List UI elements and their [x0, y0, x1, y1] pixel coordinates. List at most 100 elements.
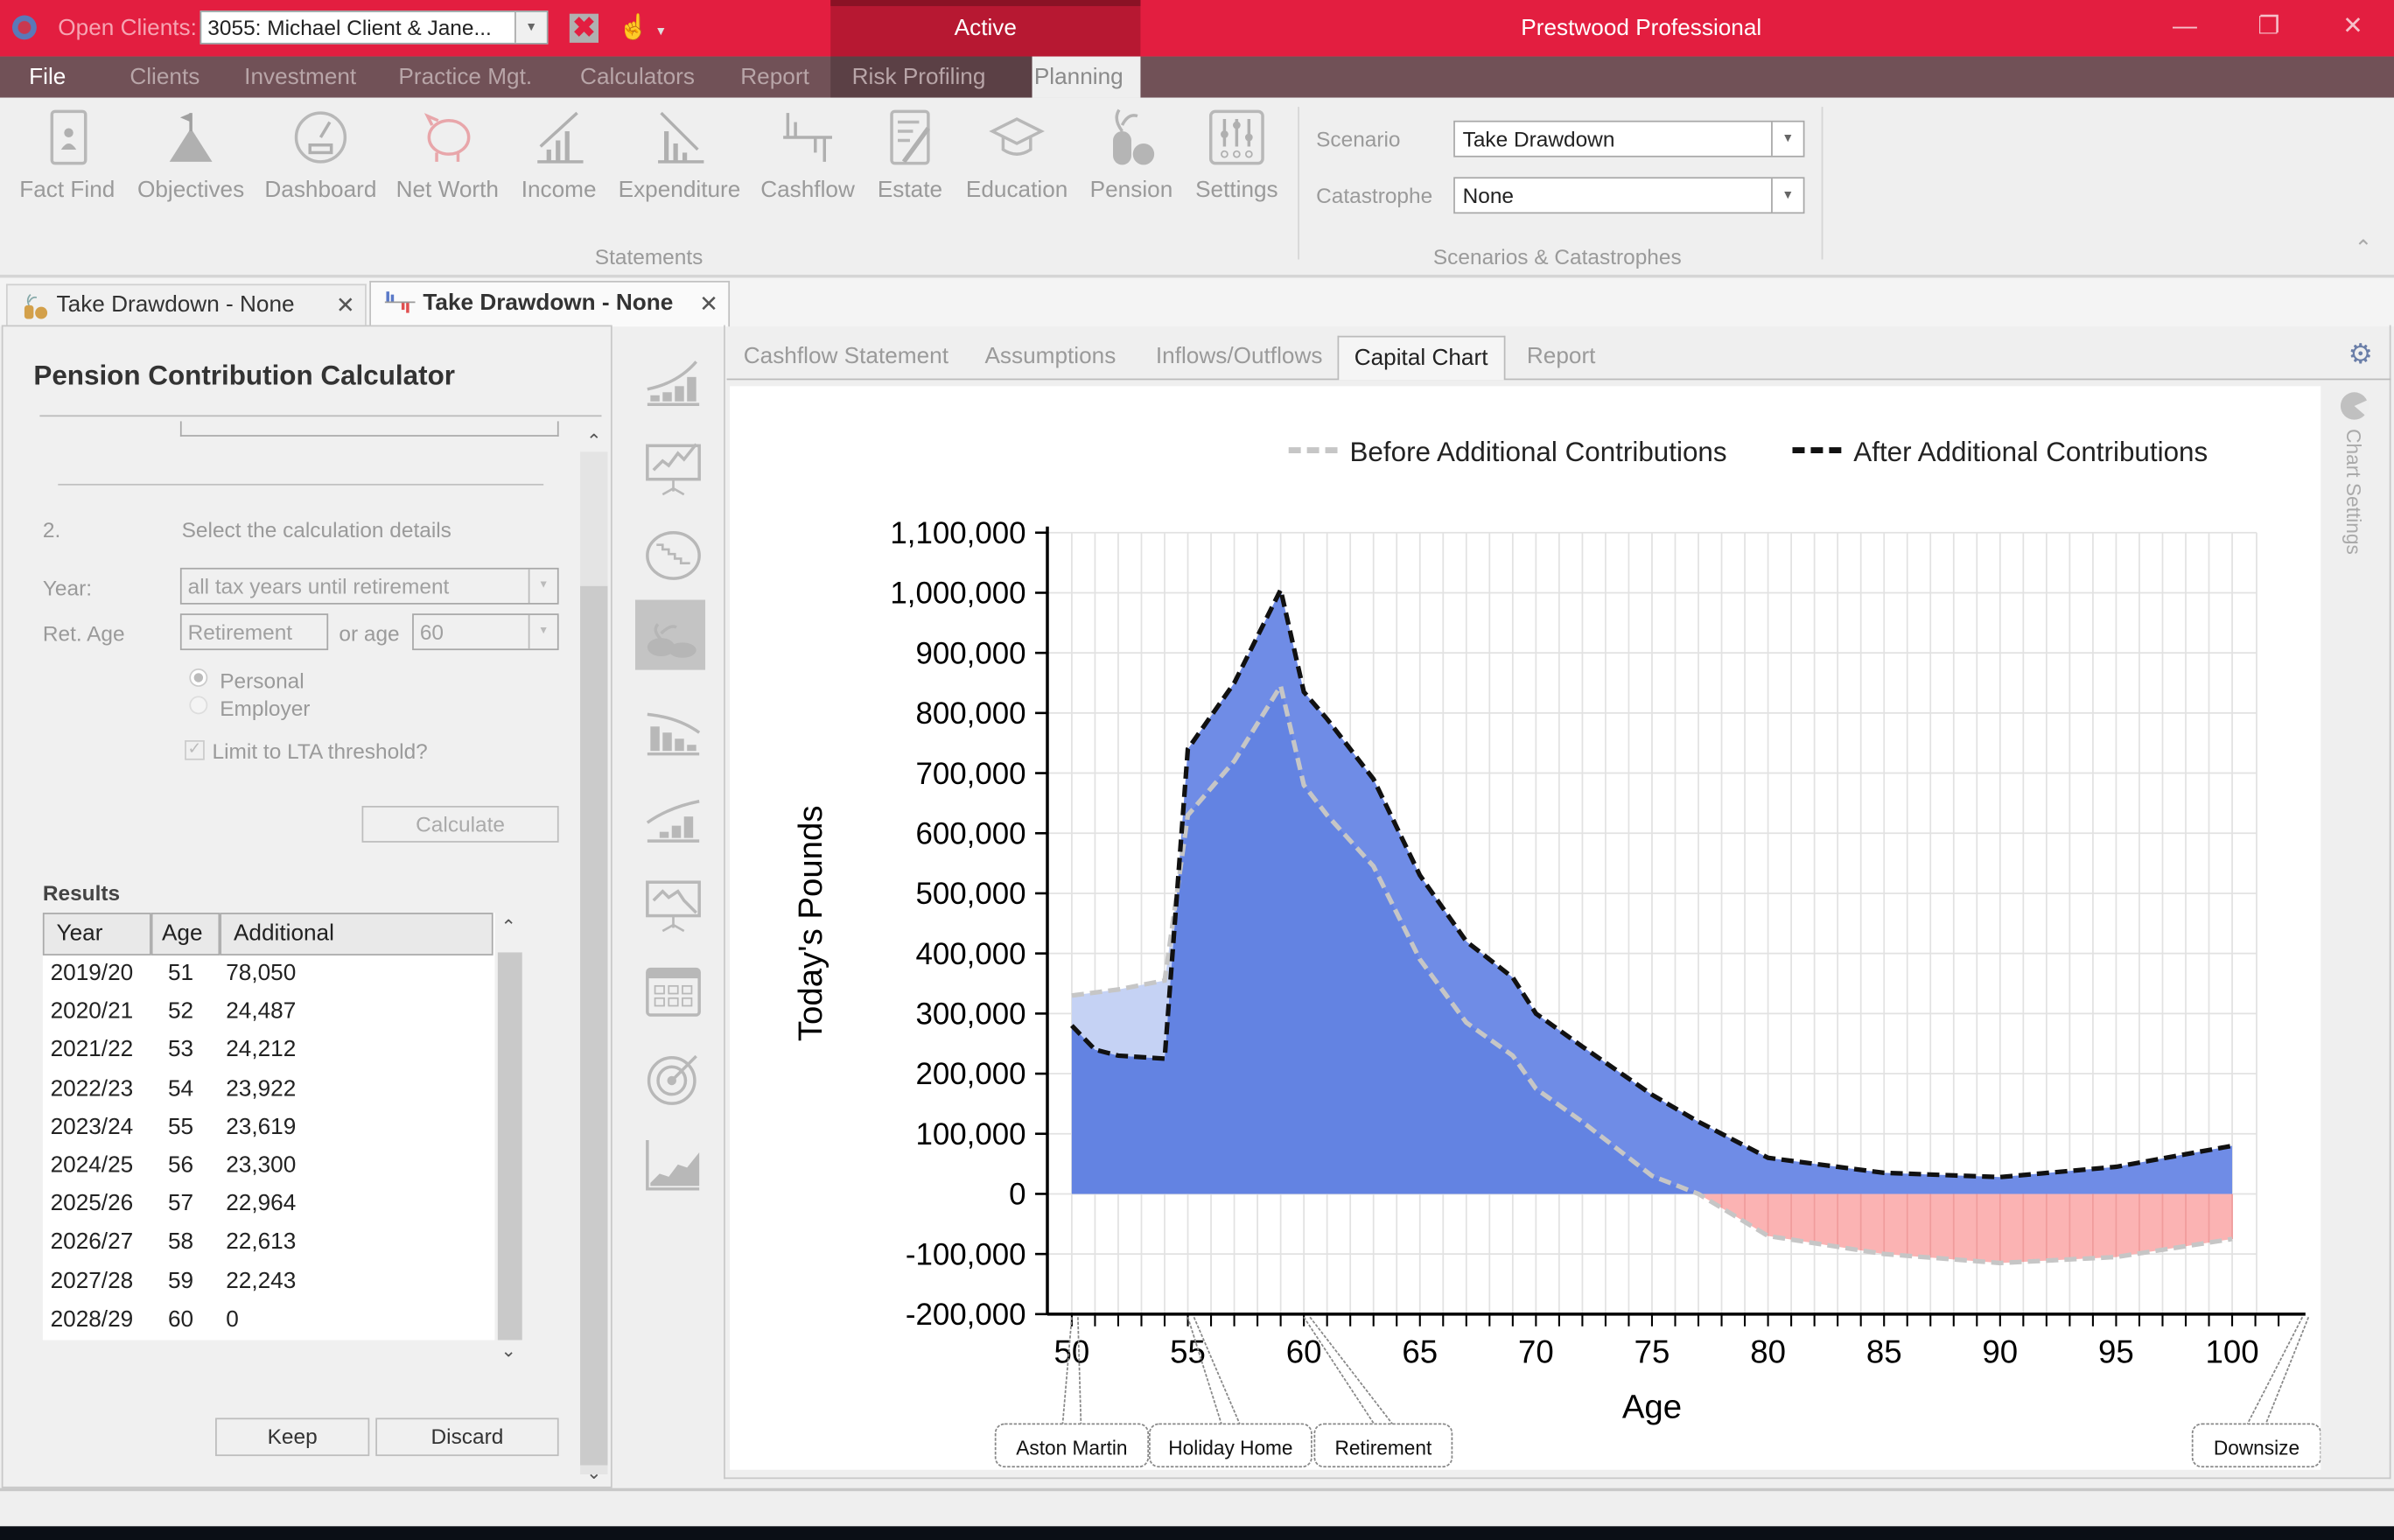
close-tab-icon[interactable]: ✕ — [699, 290, 718, 318]
table-row[interactable]: 2022/23 54 23,922 — [43, 1071, 492, 1110]
table-row[interactable]: 2024/25 56 23,300 — [43, 1148, 492, 1186]
restore-button[interactable]: ❐ — [2246, 12, 2292, 43]
table-scrollbar[interactable] — [497, 952, 522, 1340]
column-header-additional[interactable]: Additional — [220, 913, 494, 956]
year-label: Year: — [42, 575, 93, 600]
side-tool-area-chart[interactable] — [638, 1131, 708, 1201]
table-row[interactable]: 2021/22 53 24,212 — [43, 1032, 492, 1071]
chart-svg: -200,000 -100,000 0 100,000 200,000 300,000 40… — [792, 437, 2321, 1468]
active-status-tab[interactable]: Active — [830, 0, 1141, 57]
side-tool-presentation-chart-down[interactable] — [638, 870, 708, 940]
panel-scroll-up-icon[interactable]: ⌃ — [586, 430, 602, 452]
table-scroll-down-icon[interactable]: ⌄ — [500, 1340, 516, 1361]
chevron-down-icon[interactable]: ▼ — [528, 614, 557, 649]
menu-clients[interactable]: Clients — [115, 57, 215, 98]
side-tool-calendar[interactable] — [638, 957, 708, 1027]
side-tool-target[interactable] — [638, 1044, 708, 1114]
side-tool-presentation-chart-up[interactable] — [638, 433, 708, 503]
open-clients-select[interactable]: 3055: Michael Client & Jane... ▼ — [200, 10, 549, 45]
table-row[interactable]: 2020/21 52 24,487 — [43, 994, 492, 1032]
year-select[interactable]: all tax years until retirement ▼ — [179, 567, 559, 605]
table-scroll-up-icon[interactable]: ⌃ — [500, 916, 516, 937]
menu-investment[interactable]: Investment — [229, 57, 372, 98]
chevron-down-icon[interactable]: ▼ — [528, 569, 557, 603]
tab-assumptions[interactable]: Assumptions — [984, 336, 1116, 379]
close-window-button[interactable]: ✕ — [2330, 12, 2376, 43]
minimize-button[interactable]: — — [2162, 12, 2208, 43]
step-number: 2. — [42, 517, 61, 542]
radio-employer[interactable] — [189, 696, 208, 715]
table-row[interactable]: 2028/29 60 0 — [43, 1302, 492, 1340]
scenario-select[interactable]: Take Drawdown ▼ — [1453, 120, 1805, 158]
chevron-down-icon[interactable]: ▼ — [514, 11, 547, 43]
side-tool-plant-coins[interactable] — [634, 599, 710, 686]
cell-additional: 22,243 — [226, 1267, 297, 1294]
ribbon-expenditure[interactable]: Expenditure — [613, 104, 745, 205]
side-tool-bar-chart-decline[interactable] — [638, 696, 708, 766]
step-1-field-bottom[interactable] — [179, 421, 559, 437]
menu-planning[interactable]: Planning — [1032, 56, 1141, 98]
gear-icon[interactable]: ⚙ — [2348, 339, 2373, 371]
table-row[interactable]: 2026/27 58 22,613 — [43, 1225, 492, 1264]
pie-chart-icon — [2340, 392, 2370, 420]
menu-report[interactable]: Report — [725, 57, 824, 98]
ribbon-education[interactable]: Education — [962, 104, 1072, 205]
chart-settings-panel[interactable]: Chart Settings — [2330, 386, 2382, 1454]
ribbon-cashflow[interactable]: Cashflow — [757, 104, 858, 205]
ret-age-field[interactable]: Retirement — [179, 613, 329, 651]
menu-file[interactable]: File — [14, 57, 81, 98]
table-row[interactable]: 2019/20 51 78,050 — [43, 956, 492, 994]
column-header-year[interactable]: Year — [42, 913, 151, 956]
results-table: Year Age Additional 2019/20 51 78,050 2020/… — [42, 913, 495, 1340]
tab-inflows-outflows[interactable]: Inflows/Outflows — [1156, 336, 1323, 379]
menu-calculators[interactable]: Calculators — [565, 57, 710, 98]
lta-checkbox[interactable]: ✓ — [185, 739, 205, 760]
panel-scroll-down-icon[interactable]: ⌄ — [586, 1462, 602, 1483]
close-tab-icon[interactable]: ✕ — [336, 291, 355, 319]
cell-year: 2019/20 — [50, 960, 134, 986]
calculate-button[interactable]: Calculate — [361, 805, 559, 843]
cell-year: 2022/23 — [50, 1075, 134, 1102]
ribbon-fact-find[interactable]: Fact Find — [12, 104, 122, 205]
ribbon-settings[interactable]: Settings — [1188, 104, 1286, 205]
ribbon-divider — [1821, 107, 1824, 260]
side-tool-bar-chart-reverse[interactable] — [638, 783, 708, 853]
cell-additional: 23,922 — [226, 1075, 297, 1102]
menu-practice-mgt[interactable]: Practice Mgt. — [383, 57, 548, 98]
ribbon-income[interactable]: Income — [513, 104, 605, 205]
ribbon-objectives[interactable]: Objectives — [135, 104, 248, 205]
table-row[interactable]: 2027/28 59 22,243 — [43, 1264, 492, 1302]
catastrophe-select[interactable]: None ▼ — [1453, 177, 1805, 214]
column-header-age[interactable]: Age — [150, 913, 220, 956]
ribbon-pension[interactable]: Pension — [1084, 104, 1179, 205]
radio-personal[interactable] — [189, 668, 208, 687]
or-age-select[interactable]: 60 ▼ — [412, 613, 559, 651]
document-quill-icon — [890, 109, 931, 165]
annotation-leader — [1186, 1316, 1241, 1424]
menu-risk-profiling[interactable]: Risk Profiling — [830, 56, 1032, 98]
doc-tab-active[interactable]: Take Drawdown - None ✕ — [369, 280, 731, 327]
tab-capital-chart[interactable]: Capital Chart — [1337, 335, 1505, 381]
discard-button[interactable]: Discard — [375, 1418, 559, 1457]
chevron-down-icon[interactable]: ▼ — [1771, 122, 1803, 156]
chevron-down-icon[interactable]: ▼ — [1771, 178, 1803, 213]
keep-button[interactable]: Keep — [215, 1418, 370, 1457]
collapse-ribbon-icon[interactable]: ⌃ — [2355, 235, 2372, 262]
cell-additional: 24,212 — [226, 1037, 297, 1063]
doc-tab-inactive[interactable]: Take Drawdown - None ✕ — [5, 284, 367, 327]
side-tool-growth-chart[interactable] — [638, 346, 708, 416]
table-row[interactable]: 2025/26 57 22,964 — [43, 1186, 492, 1225]
touch-mode-icon[interactable]: ☝ ▼ — [619, 12, 668, 43]
cell-additional: 24,487 — [226, 998, 297, 1025]
tab-report[interactable]: Report — [1527, 336, 1596, 379]
ribbon-net-worth[interactable]: Net Worth — [389, 104, 506, 205]
side-tool-stepped-decline[interactable] — [638, 521, 708, 591]
cell-age: 51 — [167, 960, 194, 986]
ribbon-estate[interactable]: Estate — [867, 104, 953, 205]
close-client-button[interactable]: ✖ — [569, 13, 599, 43]
table-row[interactable]: 2023/24 55 23,619 — [43, 1110, 492, 1148]
panel-scrollbar-thumb[interactable] — [580, 585, 608, 1466]
ribbon-education-label: Education — [965, 177, 1068, 203]
tab-cashflow-statement[interactable]: Cashflow Statement — [744, 336, 948, 379]
ribbon-dashboard[interactable]: Dashboard — [260, 104, 382, 205]
